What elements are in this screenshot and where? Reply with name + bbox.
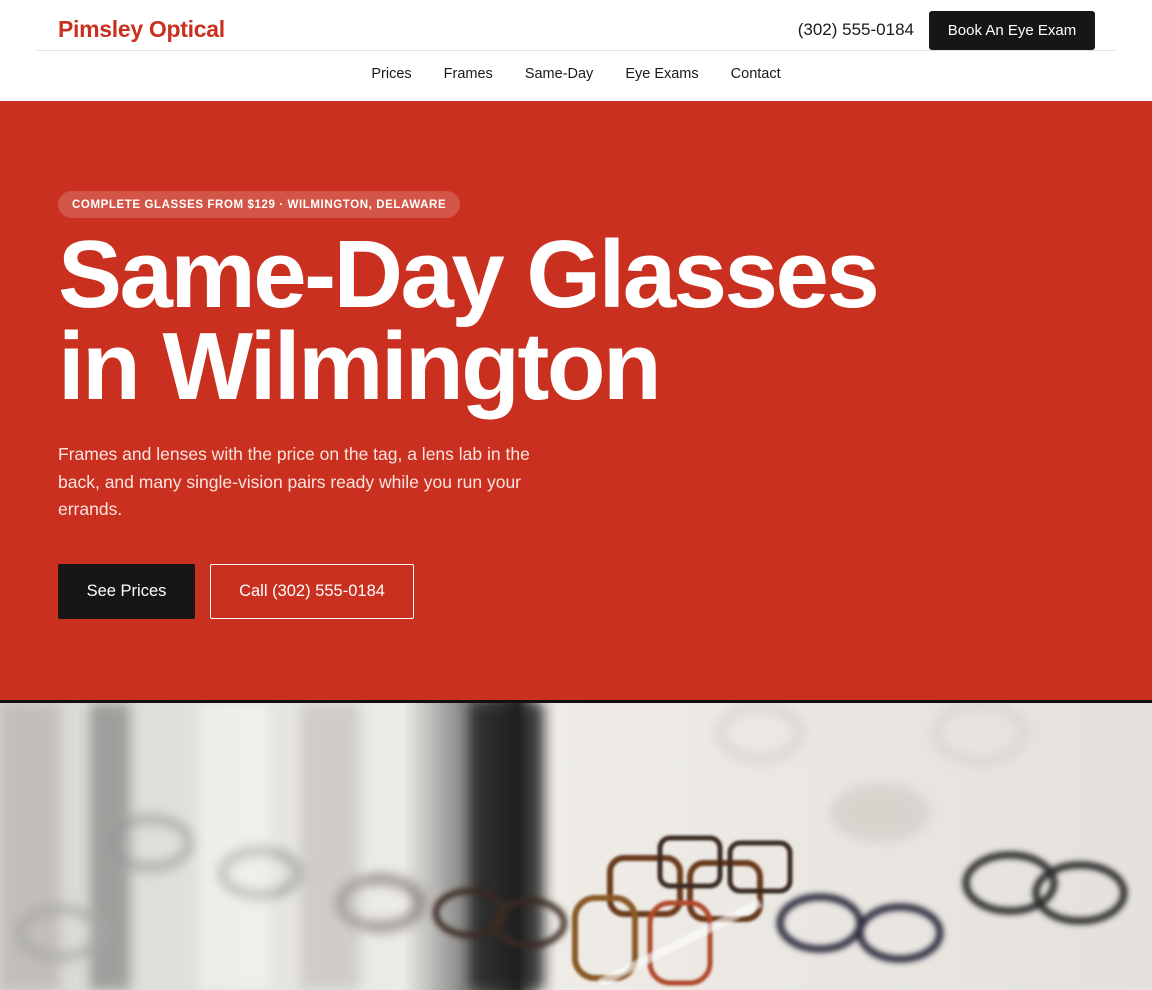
nav-item-eye-exams[interactable]: Eye Exams	[625, 66, 698, 82]
nav-item-prices[interactable]: Prices	[371, 66, 411, 82]
call-phone-button[interactable]: Call (302) 555-0184	[210, 564, 414, 619]
price-location-badge: COMPLETE GLASSES FROM $129 · WILMINGTON,…	[58, 191, 461, 218]
hero-headline-line-2: in Wilmington	[58, 313, 662, 420]
nav-item-contact[interactable]: Contact	[731, 66, 781, 82]
header-divider	[36, 50, 1116, 51]
eyeglasses-display-photo	[0, 703, 1152, 990]
brand-logo[interactable]: Pimsley Optical	[58, 16, 225, 43]
site-header: Pimsley Optical (302) 555-0184 Book An E…	[0, 0, 1152, 101]
hero-headline: Same-Day Glasses in Wilmington	[58, 221, 1058, 420]
hero-headline-line-1: Same-Day Glasses	[58, 221, 880, 328]
hero-subtext: Frames and lenses with the price on the …	[58, 444, 530, 519]
header-phone-link[interactable]: (302) 555-0184	[798, 20, 914, 40]
see-prices-button[interactable]: See Prices	[58, 564, 195, 619]
hero-section: COMPLETE GLASSES FROM $129 · WILMINGTON,…	[0, 101, 1152, 700]
main-nav: Prices Frames Same-Day Eye Exams Contact	[0, 66, 1152, 82]
book-eye-exam-button[interactable]: Book An Eye Exam	[929, 11, 1095, 50]
nav-item-frames[interactable]: Frames	[444, 66, 493, 82]
nav-item-same-day[interactable]: Same-Day	[525, 66, 594, 82]
